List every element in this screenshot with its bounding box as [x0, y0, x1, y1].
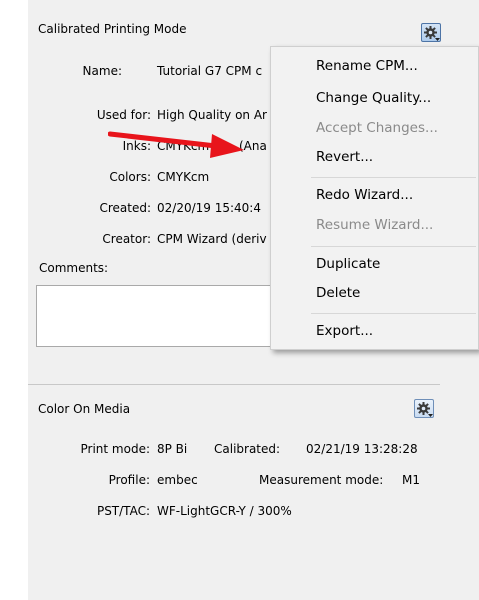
created-value: 02/20/19 15:40:4 — [157, 201, 261, 215]
menu-item-duplicate[interactable]: Duplicate — [271, 251, 478, 277]
created-label: Created: — [99, 201, 151, 215]
calibrated-value: 02/21/19 13:28:28 — [306, 442, 418, 456]
used-for-label: Used for: — [96, 108, 151, 122]
menu-item-accept-changes: Accept Changes... — [316, 120, 438, 136]
profile-label: Profile: — [108, 473, 150, 487]
menu-separator — [311, 246, 476, 247]
com-section-title: Color On Media — [38, 402, 131, 416]
colors-value: CMYKcm — [157, 170, 210, 184]
creator-value: CPM Wizard (deriv — [157, 232, 267, 246]
menu-item-export[interactable]: Export... — [271, 318, 478, 344]
print-mode-value: 8P Bi — [157, 442, 188, 456]
measurement-mode-value: M1 — [402, 473, 420, 487]
calibrated-label: Calibrated: — [214, 442, 281, 456]
measurement-mode-label: Measurement mode: — [259, 473, 384, 487]
creator-label: Creator: — [102, 232, 151, 246]
pst-tac-value: WF-LightGCR-Y / 300% — [157, 504, 292, 518]
section-divider — [28, 384, 440, 385]
used-for-value: High Quality on Ar — [157, 108, 267, 122]
print-mode-label: Print mode: — [80, 442, 151, 456]
menu-item-rename-cpm[interactable]: Rename CPM... — [271, 53, 478, 79]
menu-separator — [311, 313, 476, 314]
menu-separator — [311, 177, 476, 178]
gear-dropdown-icon — [417, 402, 433, 417]
profile-value: embec — [157, 473, 198, 487]
comments-field[interactable] — [36, 285, 282, 347]
name-value: Tutorial G7 CPM c — [157, 64, 263, 78]
com-gear-button[interactable] — [414, 399, 434, 418]
name-label: Name: — [82, 64, 122, 78]
pst-tac-label: PST/TAC: — [96, 504, 150, 518]
red-arrow-icon — [108, 131, 244, 158]
cpm-gear-button[interactable] — [421, 23, 441, 42]
menu-item-revert[interactable]: Revert... — [271, 144, 478, 170]
menu-item-change-quality[interactable]: Change Quality... — [271, 85, 478, 111]
colors-label: Colors: — [109, 170, 151, 184]
gear-dropdown-icon — [424, 26, 440, 41]
menu-item-resume-wizard: Resume Wizard... — [316, 217, 434, 233]
comments-label: Comments: — [39, 261, 109, 275]
menu-item-redo-wizard[interactable]: Redo Wizard... — [271, 182, 478, 208]
menu-item-delete[interactable]: Delete — [271, 280, 478, 306]
context-menu: Rename CPM... Change Quality... Accept C… — [270, 46, 479, 350]
cpm-section-title: Calibrated Printing Mode — [38, 22, 187, 36]
